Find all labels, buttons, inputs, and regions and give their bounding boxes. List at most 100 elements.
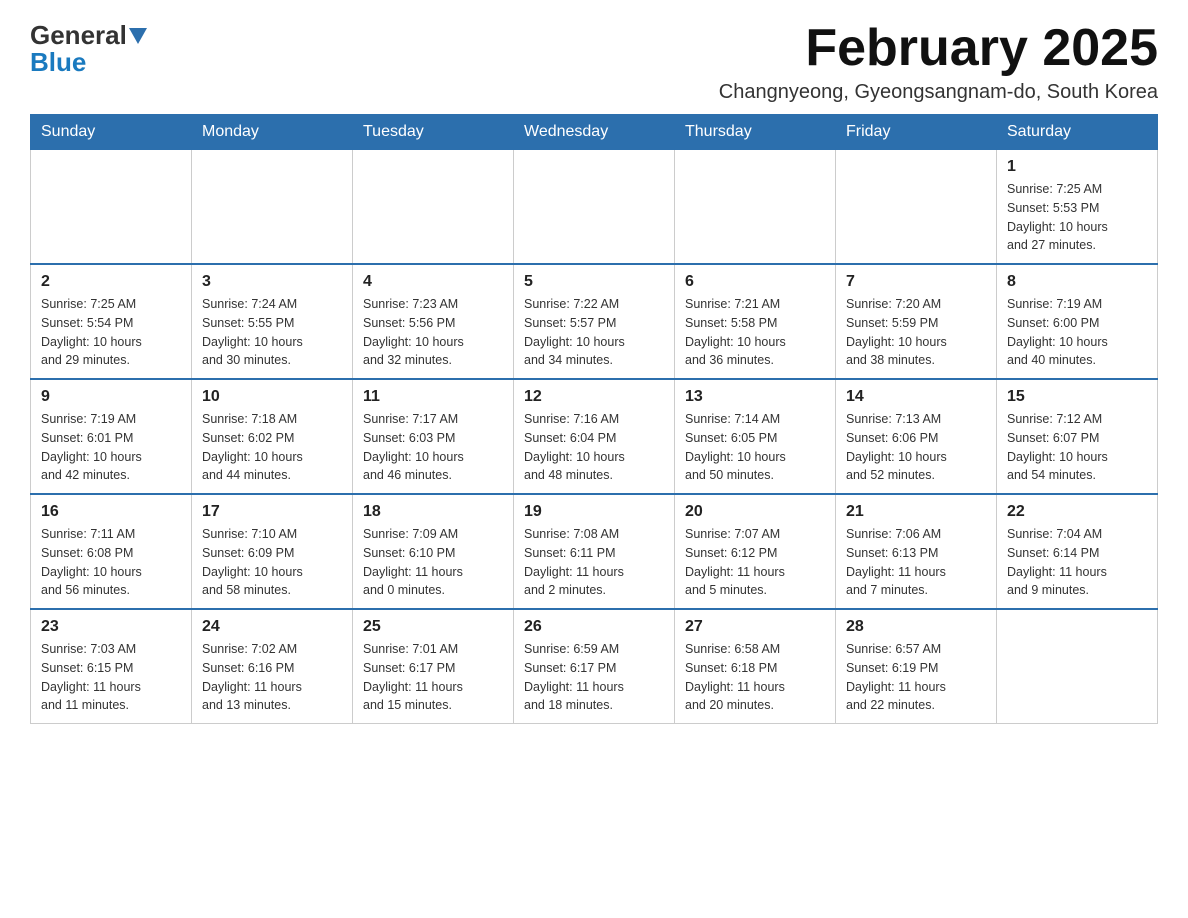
weekday-header-row: SundayMondayTuesdayWednesdayThursdayFrid… <box>31 115 1158 150</box>
calendar-cell: 15Sunrise: 7:12 AM Sunset: 6:07 PM Dayli… <box>997 379 1158 494</box>
day-info: Sunrise: 7:08 AM Sunset: 6:11 PM Dayligh… <box>524 525 664 600</box>
day-number: 10 <box>202 388 342 406</box>
calendar-cell: 2 Sunrise: 7:25 AM Sunset: 5:54 PM Daylig… <box>31 264 192 379</box>
calendar-week-row: 16 Sunrise: 7:11 AM Sunset: 6:08 PM Dayli… <box>31 494 1158 609</box>
calendar-cell: 26 Sunrise: 6:59 AM Sunset: 6:17 PM Dayli… <box>514 609 675 724</box>
day-info: Sunrise: 7:04 AM Sunset: 6:14 PM Dayligh… <box>1007 525 1147 600</box>
day-number: 15 <box>1007 388 1147 406</box>
calendar-cell <box>192 150 353 265</box>
calendar-cell: 18 Sunrise: 7:09 AM Sunset: 6:10 PM Dayli… <box>353 494 514 609</box>
calendar-cell <box>353 150 514 265</box>
calendar-cell: 14 Sunrise: 7:13 AM Sunset: 6:06 PM Dayli… <box>836 379 997 494</box>
day-info: Sunrise: 7:06 AM Sunset: 6:13 PM Dayligh… <box>846 525 986 600</box>
day-info: Sunrise: 7:02 AM Sunset: 6:16 PM Dayligh… <box>202 640 342 715</box>
calendar-cell: 4Sunrise: 7:23 AM Sunset: 5:56 PM Daylig… <box>353 264 514 379</box>
weekday-header-monday: Monday <box>192 115 353 150</box>
title-block: February 2025 Changnyeong, Gyeongsangnam… <box>719 20 1158 104</box>
day-number: 13 <box>685 388 825 406</box>
day-info: Sunrise: 6:57 AM Sunset: 6:19 PM Dayligh… <box>846 640 986 715</box>
day-number: 7 <box>846 273 986 291</box>
day-info: Sunrise: 7:17 AM Sunset: 6:03 PM Dayligh… <box>363 410 503 485</box>
calendar-cell: 7 Sunrise: 7:20 AM Sunset: 5:59 PM Daylig… <box>836 264 997 379</box>
day-number: 6 <box>685 273 825 291</box>
day-info: Sunrise: 7:18 AM Sunset: 6:02 PM Dayligh… <box>202 410 342 485</box>
day-number: 24 <box>202 618 342 636</box>
logo-arrow-icon <box>129 28 147 46</box>
day-info: Sunrise: 6:59 AM Sunset: 6:17 PM Dayligh… <box>524 640 664 715</box>
day-info: Sunrise: 6:58 AM Sunset: 6:18 PM Dayligh… <box>685 640 825 715</box>
calendar-week-row: 1 Sunrise: 7:25 AM Sunset: 5:53 PM Daylig… <box>31 150 1158 265</box>
day-number: 5 <box>524 273 664 291</box>
day-info: Sunrise: 7:22 AM Sunset: 5:57 PM Dayligh… <box>524 295 664 370</box>
calendar-cell: 22 Sunrise: 7:04 AM Sunset: 6:14 PM Dayli… <box>997 494 1158 609</box>
day-info: Sunrise: 7:01 AM Sunset: 6:17 PM Dayligh… <box>363 640 503 715</box>
day-info: Sunrise: 7:25 AM Sunset: 5:53 PM Dayligh… <box>1007 180 1147 255</box>
day-number: 17 <box>202 503 342 521</box>
calendar-table: SundayMondayTuesdayWednesdayThursdayFrid… <box>30 114 1158 724</box>
calendar-cell: 6 Sunrise: 7:21 AM Sunset: 5:58 PM Daylig… <box>675 264 836 379</box>
day-number: 20 <box>685 503 825 521</box>
weekday-header-thursday: Thursday <box>675 115 836 150</box>
weekday-header-sunday: Sunday <box>31 115 192 150</box>
day-info: Sunrise: 7:24 AM Sunset: 5:55 PM Dayligh… <box>202 295 342 370</box>
day-info: Sunrise: 7:19 AM Sunset: 6:01 PM Dayligh… <box>41 410 181 485</box>
logo-blue-text: Blue <box>30 47 86 78</box>
day-number: 2 <box>41 273 181 291</box>
calendar-cell: 9Sunrise: 7:19 AM Sunset: 6:01 PM Daylig… <box>31 379 192 494</box>
calendar-cell: 21 Sunrise: 7:06 AM Sunset: 6:13 PM Dayli… <box>836 494 997 609</box>
calendar-cell <box>997 609 1158 724</box>
calendar-cell: 5 Sunrise: 7:22 AM Sunset: 5:57 PM Daylig… <box>514 264 675 379</box>
day-info: Sunrise: 7:20 AM Sunset: 5:59 PM Dayligh… <box>846 295 986 370</box>
calendar-cell: 1 Sunrise: 7:25 AM Sunset: 5:53 PM Daylig… <box>997 150 1158 265</box>
calendar-week-row: 2 Sunrise: 7:25 AM Sunset: 5:54 PM Daylig… <box>31 264 1158 379</box>
location-subtitle: Changnyeong, Gyeongsangnam-do, South Kor… <box>719 81 1158 104</box>
day-number: 12 <box>524 388 664 406</box>
calendar-cell: 3 Sunrise: 7:24 AM Sunset: 5:55 PM Daylig… <box>192 264 353 379</box>
day-number: 19 <box>524 503 664 521</box>
weekday-header-friday: Friday <box>836 115 997 150</box>
day-info: Sunrise: 7:21 AM Sunset: 5:58 PM Dayligh… <box>685 295 825 370</box>
calendar-cell: 10 Sunrise: 7:18 AM Sunset: 6:02 PM Dayli… <box>192 379 353 494</box>
calendar-cell <box>675 150 836 265</box>
day-number: 16 <box>41 503 181 521</box>
calendar-cell: 12 Sunrise: 7:16 AM Sunset: 6:04 PM Dayli… <box>514 379 675 494</box>
calendar-cell: 19 Sunrise: 7:08 AM Sunset: 6:11 PM Dayli… <box>514 494 675 609</box>
day-info: Sunrise: 7:03 AM Sunset: 6:15 PM Dayligh… <box>41 640 181 715</box>
day-number: 3 <box>202 273 342 291</box>
day-info: Sunrise: 7:16 AM Sunset: 6:04 PM Dayligh… <box>524 410 664 485</box>
calendar-cell <box>514 150 675 265</box>
day-info: Sunrise: 7:13 AM Sunset: 6:06 PM Dayligh… <box>846 410 986 485</box>
day-info: Sunrise: 7:25 AM Sunset: 5:54 PM Dayligh… <box>41 295 181 370</box>
day-info: Sunrise: 7:19 AM Sunset: 6:00 PM Dayligh… <box>1007 295 1147 370</box>
logo: General Blue <box>30 20 147 78</box>
day-info: Sunrise: 7:09 AM Sunset: 6:10 PM Dayligh… <box>363 525 503 600</box>
calendar-week-row: 23 Sunrise: 7:03 AM Sunset: 6:15 PM Dayli… <box>31 609 1158 724</box>
day-number: 8 <box>1007 273 1147 291</box>
day-number: 4 <box>363 273 503 291</box>
day-number: 21 <box>846 503 986 521</box>
day-info: Sunrise: 7:11 AM Sunset: 6:08 PM Dayligh… <box>41 525 181 600</box>
calendar-cell: 23 Sunrise: 7:03 AM Sunset: 6:15 PM Dayli… <box>31 609 192 724</box>
day-number: 23 <box>41 618 181 636</box>
calendar-cell: 24 Sunrise: 7:02 AM Sunset: 6:16 PM Dayli… <box>192 609 353 724</box>
calendar-cell: 8 Sunrise: 7:19 AM Sunset: 6:00 PM Daylig… <box>997 264 1158 379</box>
calendar-cell: 25 Sunrise: 7:01 AM Sunset: 6:17 PM Dayli… <box>353 609 514 724</box>
day-number: 22 <box>1007 503 1147 521</box>
calendar-cell: 13 Sunrise: 7:14 AM Sunset: 6:05 PM Dayli… <box>675 379 836 494</box>
day-info: Sunrise: 7:10 AM Sunset: 6:09 PM Dayligh… <box>202 525 342 600</box>
calendar-cell: 28 Sunrise: 6:57 AM Sunset: 6:19 PM Dayli… <box>836 609 997 724</box>
weekday-header-wednesday: Wednesday <box>514 115 675 150</box>
day-number: 25 <box>363 618 503 636</box>
calendar-week-row: 9Sunrise: 7:19 AM Sunset: 6:01 PM Daylig… <box>31 379 1158 494</box>
day-number: 27 <box>685 618 825 636</box>
day-number: 28 <box>846 618 986 636</box>
day-number: 14 <box>846 388 986 406</box>
day-number: 26 <box>524 618 664 636</box>
day-number: 1 <box>1007 158 1147 176</box>
calendar-cell: 11Sunrise: 7:17 AM Sunset: 6:03 PM Dayli… <box>353 379 514 494</box>
calendar-cell: 17 Sunrise: 7:10 AM Sunset: 6:09 PM Dayli… <box>192 494 353 609</box>
day-number: 18 <box>363 503 503 521</box>
calendar-cell: 27 Sunrise: 6:58 AM Sunset: 6:18 PM Dayli… <box>675 609 836 724</box>
day-info: Sunrise: 7:14 AM Sunset: 6:05 PM Dayligh… <box>685 410 825 485</box>
calendar-cell <box>31 150 192 265</box>
